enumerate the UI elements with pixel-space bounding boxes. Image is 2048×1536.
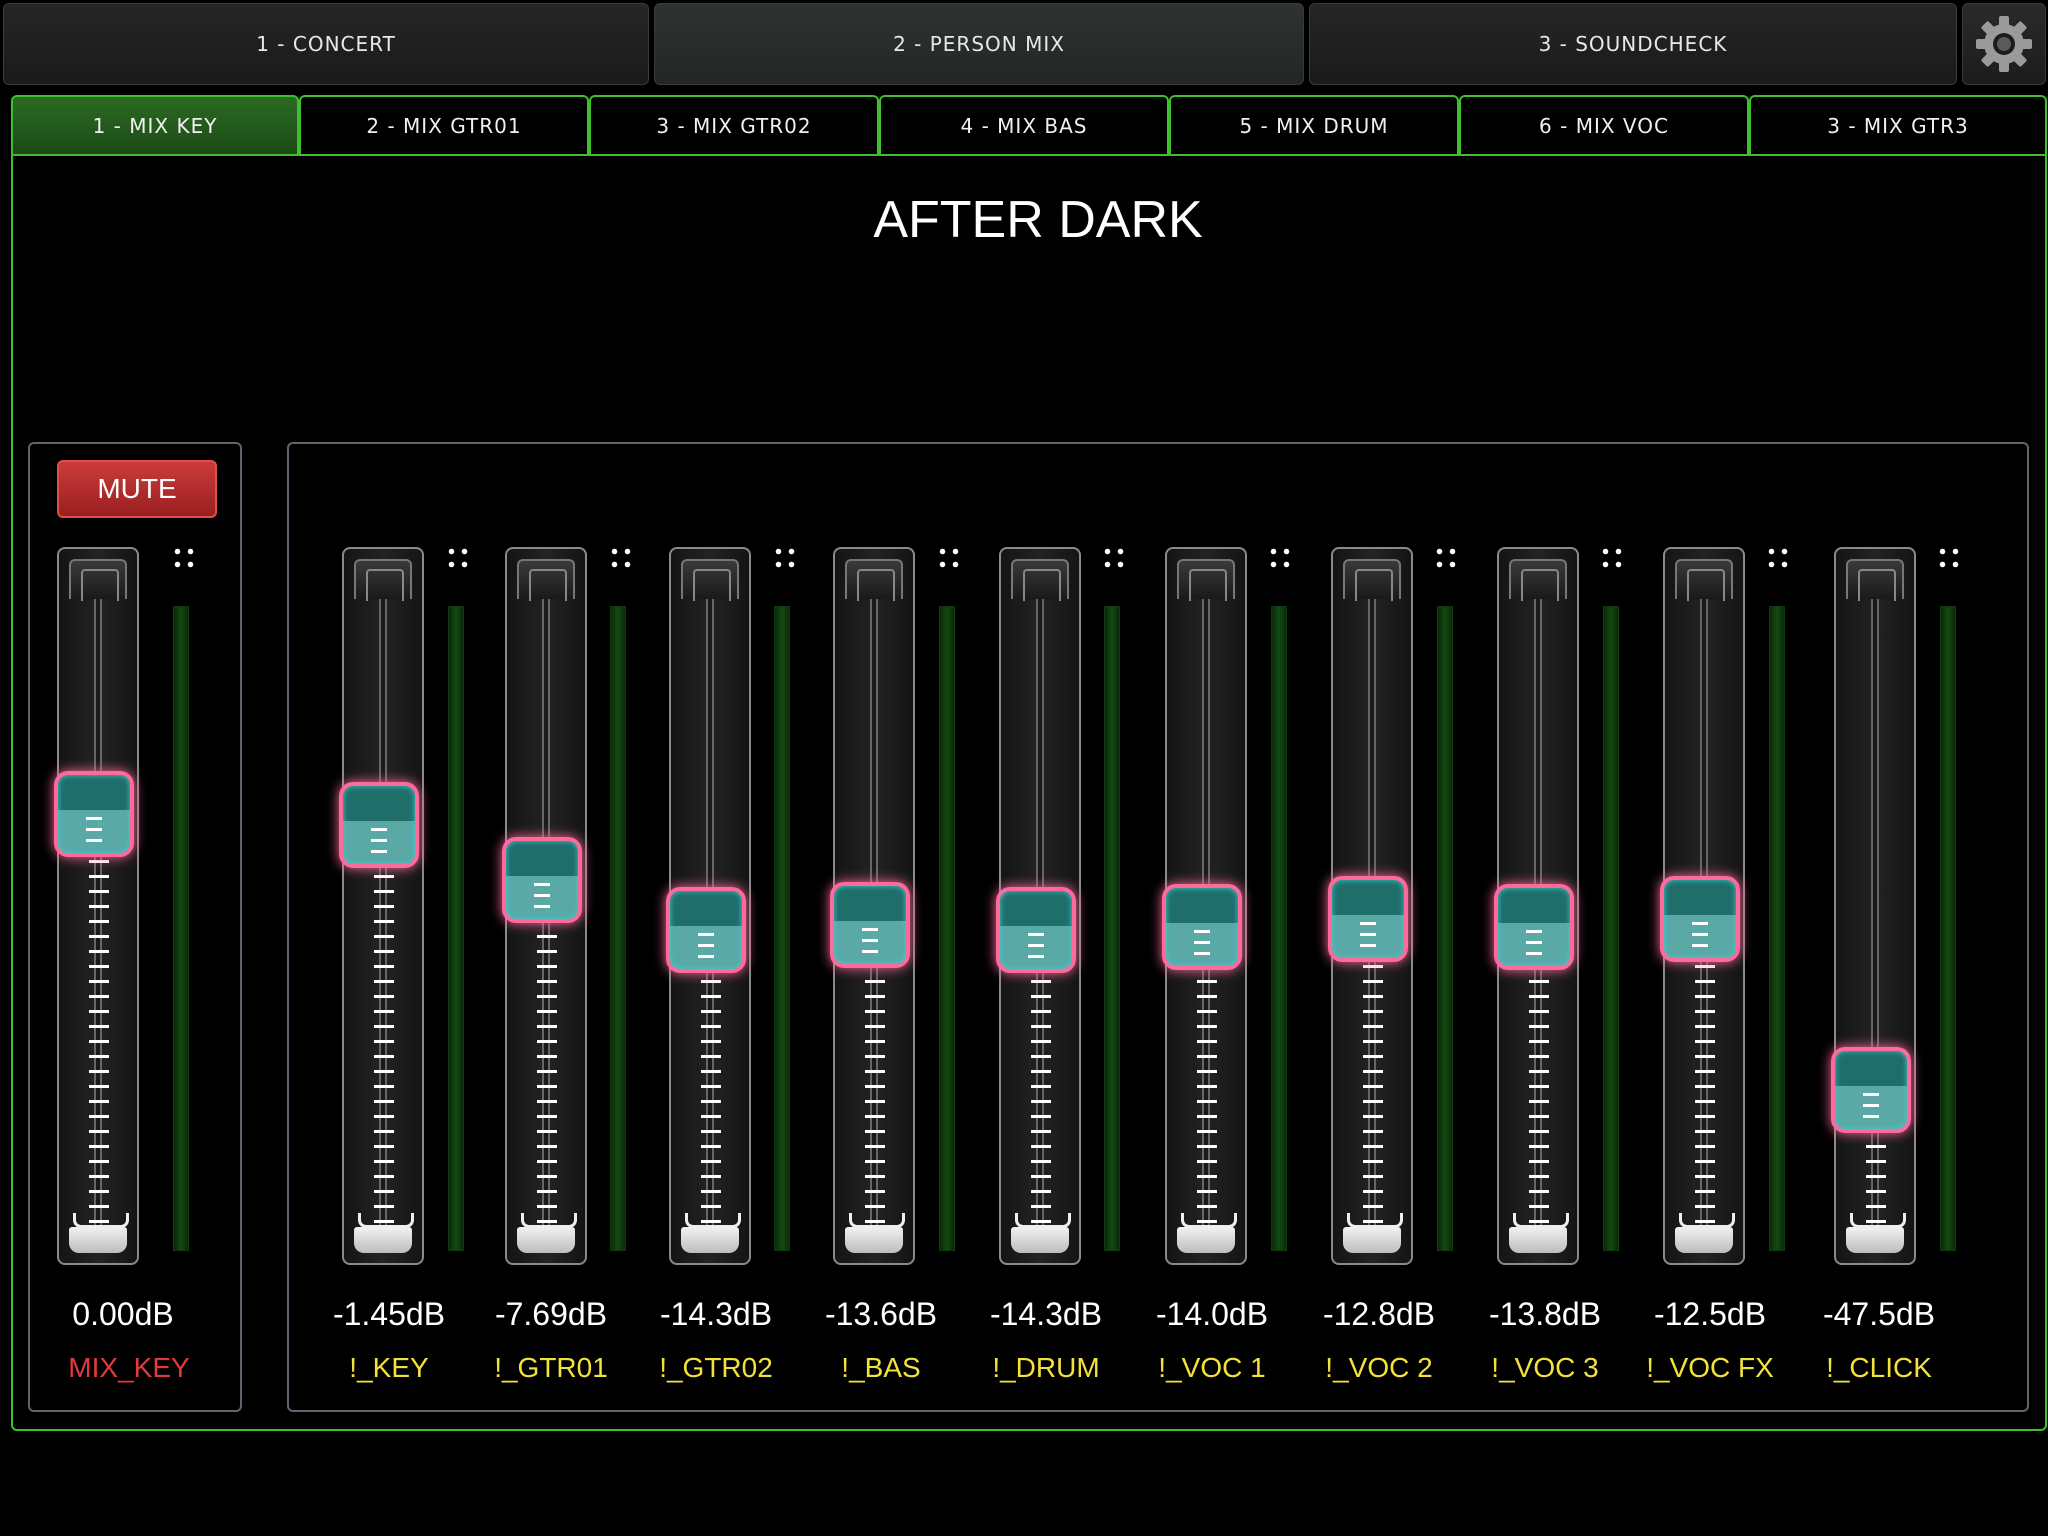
scene-button-person-mix[interactable]: 2 - PERSON MIX [654,3,1304,85]
channel-fader-track[interactable] [1660,547,1745,1265]
channel-level-meter [1769,606,1785,1251]
channel-fader-knob[interactable] [1328,876,1408,963]
channel-fader-track[interactable] [502,547,587,1265]
channel-level-meter [774,606,790,1251]
tab-mix-voc[interactable]: 6 - MIX VOC [1459,95,1749,155]
drag-handle-icon[interactable] [1765,545,1791,571]
channel-fader-knob[interactable] [666,887,746,974]
master-fader-knob[interactable] [54,771,134,858]
channel-fader-knob[interactable] [1494,884,1574,971]
channel-name: !_GTR01 [494,1352,608,1383]
drag-handle-icon[interactable] [1599,545,1625,571]
channel-level-readout: -14.0dB [1155,1296,1269,1332]
channel-fader-track[interactable] [996,547,1081,1265]
channel-level-meter [1603,606,1619,1251]
song-title: AFTER DARK [873,191,1203,249]
channel-fader-knob[interactable] [1162,884,1242,971]
channel-level-readout: -12.5dB [1653,1296,1767,1332]
channel-fader-scale [1197,966,1217,1223]
channel-level-readout: -14.3dB [659,1296,773,1332]
tab-mix-gtr01[interactable]: 2 - MIX GTR01 [299,95,589,155]
channel-fader-knob[interactable] [339,782,419,869]
channel-level-meter [1437,606,1453,1251]
channel-fader-scale [865,963,885,1223]
tab-mix-gtr02[interactable]: 3 - MIX GTR02 [589,95,879,155]
scene-button-soundcheck[interactable]: 3 - SOUNDCHECK [1309,3,1957,85]
channel-name: !_BAS [841,1352,921,1383]
channel-fader-track[interactable] [666,547,751,1265]
channel-fader-knob[interactable] [996,887,1076,974]
drag-handle-icon[interactable] [445,545,471,571]
master-level-meter [173,606,189,1251]
channel-name: !_GTR02 [659,1352,773,1383]
settings-button[interactable] [1962,3,2046,85]
channel-name: !_CLICK [1826,1352,1932,1383]
channel-name: !_VOC 2 [1325,1352,1433,1383]
tab-mix-key[interactable]: 1 - MIX KEY [11,95,299,155]
channel-fader-scale [374,864,394,1223]
channel-fader-scale [1031,969,1051,1223]
channel-level-readout: -12.8dB [1322,1296,1436,1332]
channel-fader-knob[interactable] [1660,876,1740,963]
channel-fader-scale [1695,958,1715,1223]
channel-fader-track[interactable] [1328,547,1413,1265]
channel-fader-track[interactable] [830,547,915,1265]
master-name: MIX_KEY [68,1352,190,1383]
channel-fader-track[interactable] [1162,547,1247,1265]
channel-level-readout: -13.6dB [824,1296,938,1332]
scene-button-concert[interactable]: 1 - CONCERT [3,3,649,85]
drag-handle-icon[interactable] [1936,545,1962,571]
drag-handle-icon[interactable] [608,545,634,571]
channel-fader-track[interactable] [1831,547,1916,1265]
channel-name: !_VOC 3 [1491,1352,1599,1383]
channel-fader-knob[interactable] [502,837,582,924]
channel-fader-scale [1866,1129,1886,1223]
channel-level-readout: -7.69dB [494,1296,608,1332]
gear-icon [1976,16,2032,72]
channel-name: !_VOC 1 [1158,1352,1266,1383]
channel-level-readout: -13.8dB [1488,1296,1602,1332]
channel-fader-knob[interactable] [830,881,910,968]
channel-fader-scale [537,919,557,1223]
drag-handle-icon[interactable] [1267,545,1293,571]
mute-button[interactable]: MUTE [57,460,217,518]
channel-name: !_KEY [349,1352,429,1383]
channel-level-readout: -47.5dB [1822,1296,1936,1332]
drag-handle-icon[interactable] [171,545,197,571]
tab-mix-gtr3[interactable]: 3 - MIX GTR3 [1749,95,2047,155]
master-fader-track[interactable] [54,547,139,1265]
master-fader-scale [89,853,109,1223]
channel-name: !_DRUM [992,1352,1100,1383]
channel-level-readout: -1.45dB [332,1296,446,1332]
tab-mix-drum[interactable]: 5 - MIX DRUM [1169,95,1459,155]
channel-name: !_VOC FX [1646,1352,1774,1383]
drag-handle-icon[interactable] [1433,545,1459,571]
channel-level-meter [610,606,626,1251]
channel-level-meter [939,606,955,1251]
channel-level-meter [1271,606,1287,1251]
channel-level-readout: -14.3dB [989,1296,1103,1332]
tab-mix-bas[interactable]: 4 - MIX BAS [879,95,1169,155]
channel-level-meter [1104,606,1120,1251]
channel-fader-track[interactable] [339,547,424,1265]
channel-fader-scale [701,969,721,1223]
master-level-readout: 0.00dB [72,1296,174,1332]
drag-handle-icon[interactable] [772,545,798,571]
drag-handle-icon[interactable] [1101,545,1127,571]
drag-handle-icon[interactable] [936,545,962,571]
channel-fader-scale [1363,958,1383,1223]
channel-level-meter [1940,606,1956,1251]
channel-fader-track[interactable] [1494,547,1579,1265]
channel-fader-scale [1529,966,1549,1223]
channel-fader-knob[interactable] [1831,1047,1911,1134]
channel-level-meter [448,606,464,1251]
